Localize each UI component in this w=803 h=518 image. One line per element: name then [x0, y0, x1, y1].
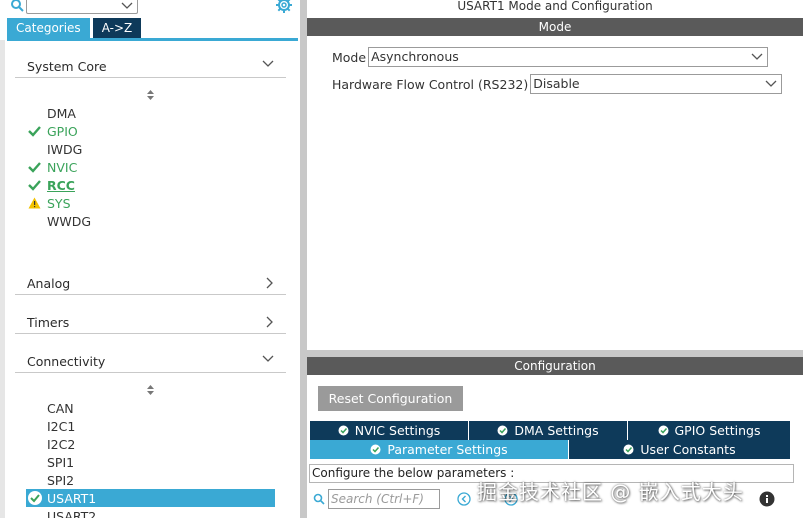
item-label: USART1 — [47, 491, 97, 506]
check-icon — [28, 162, 41, 173]
list-item-nvic[interactable]: NVIC — [26, 158, 275, 176]
check-circle-icon — [28, 491, 42, 505]
item-label: SPI2 — [47, 473, 75, 488]
tab-categories[interactable]: Categories — [7, 18, 90, 38]
tab-label: User Constants — [640, 442, 736, 457]
check-circle-icon — [623, 444, 634, 455]
category-label: Timers — [27, 315, 70, 330]
check-circle-icon — [370, 444, 381, 455]
mode-value: Asynchronous — [371, 49, 459, 64]
flow-control-select[interactable]: Disable — [530, 74, 783, 94]
mode-label: Mode — [332, 49, 367, 65]
info-icon[interactable] — [759, 491, 775, 507]
list-item-can[interactable]: CAN — [26, 399, 275, 417]
parameter-search: Search (Ctrl+F) — [313, 489, 440, 509]
sort-icon[interactable] — [146, 89, 155, 101]
top-search[interactable] — [10, 0, 150, 14]
splitter[interactable] — [307, 350, 803, 357]
item-label: GPIO — [47, 124, 78, 139]
gear-icon[interactable] — [275, 0, 293, 14]
parameter-search-input[interactable]: Search (Ctrl+F) — [328, 489, 440, 509]
left-panel: Categories A->Z System Core DMA GPIO IWD… — [0, 0, 300, 518]
chevron-down-icon — [121, 2, 133, 9]
warning-icon — [28, 197, 41, 209]
list-item-sys[interactable]: SYS — [26, 194, 275, 212]
tab-label: NVIC Settings — [354, 423, 441, 438]
tab-label: GPIO Settings — [674, 423, 761, 438]
chevron-down-icon — [262, 355, 274, 362]
scroll-rail[interactable] — [0, 40, 5, 518]
check-icon — [28, 126, 41, 137]
list-item-rcc[interactable]: RCC — [26, 176, 275, 194]
tabs-underline — [7, 38, 298, 41]
check-icon — [28, 180, 41, 191]
splitter[interactable] — [300, 0, 307, 518]
item-label: CAN — [47, 401, 74, 416]
category-analog[interactable]: Analog — [15, 269, 286, 295]
tab-a-to-z[interactable]: A->Z — [92, 18, 142, 38]
list-item-spi1[interactable]: SPI1 — [26, 453, 275, 471]
tab-nvic-settings[interactable]: NVIC Settings — [310, 421, 469, 440]
list-item-spi2[interactable]: SPI2 — [26, 471, 275, 489]
chevron-down-icon — [751, 53, 763, 60]
chevron-down-icon — [765, 80, 777, 87]
list-item-usart2[interactable]: USART2 — [26, 507, 275, 518]
tab-dma-settings[interactable]: DMA Settings — [469, 421, 628, 440]
reset-configuration-button[interactable]: Reset Configuration — [318, 386, 463, 411]
category-system-core[interactable]: System Core — [15, 52, 286, 78]
configuration-header: Configuration — [307, 357, 803, 375]
search-icon — [313, 493, 325, 505]
tab-label: DMA Settings — [514, 423, 599, 438]
mode-select[interactable]: Asynchronous — [368, 47, 769, 67]
list-item-usart1[interactable]: USART1 — [26, 489, 275, 507]
list-item-i2c2[interactable]: I2C2 — [26, 435, 275, 453]
list-item-iwdg[interactable]: IWDG — [26, 140, 275, 158]
item-label: SPI1 — [47, 455, 75, 470]
list-item-i2c1[interactable]: I2C1 — [26, 417, 275, 435]
item-label: IWDG — [47, 142, 83, 157]
tab-user-constants[interactable]: User Constants — [569, 440, 791, 459]
previous-icon[interactable] — [457, 492, 471, 506]
category-label: Connectivity — [27, 354, 106, 369]
chevron-right-icon — [266, 277, 273, 289]
chevron-down-icon — [262, 60, 274, 67]
check-circle-icon — [338, 425, 349, 436]
category-label: System Core — [27, 59, 107, 74]
mode-header: Mode — [307, 18, 803, 36]
mode-panel: Mode Asynchronous Hardware Flow Control … — [307, 36, 803, 350]
category-timers[interactable]: Timers — [15, 308, 286, 334]
flow-control-value: Disable — [533, 76, 580, 91]
tab-label: Parameter Settings — [387, 442, 508, 457]
mode-row: Mode Asynchronous — [332, 47, 769, 67]
item-label: DMA — [47, 106, 76, 121]
search-dropdown[interactable] — [26, 0, 138, 14]
item-label: USART2 — [47, 509, 97, 518]
tab-parameter-settings[interactable]: Parameter Settings — [310, 440, 569, 459]
item-label: RCC — [47, 178, 75, 193]
page-title: USART1 Mode and Configuration — [307, 0, 803, 18]
search-icon — [11, 0, 24, 12]
category-connectivity[interactable]: Connectivity — [15, 347, 286, 373]
check-circle-icon — [658, 425, 668, 436]
view-tabs: Categories A->Z — [7, 18, 142, 38]
category-label: Analog — [27, 276, 71, 291]
item-label: I2C2 — [47, 437, 76, 452]
flow-control-label: Hardware Flow Control (RS232) — [332, 76, 529, 92]
tab-gpio-settings[interactable]: GPIO Settings — [628, 421, 791, 440]
sort-icon[interactable] — [146, 384, 155, 396]
item-label: SYS — [47, 196, 71, 211]
chevron-right-icon — [266, 316, 273, 328]
item-label: NVIC — [47, 160, 78, 175]
check-circle-icon — [497, 425, 508, 436]
item-label: WWDG — [47, 214, 92, 229]
list-item-wwdg[interactable]: WWDG — [26, 212, 275, 230]
list-item-gpio[interactable]: GPIO — [26, 122, 275, 140]
flow-control-row: Hardware Flow Control (RS232) Disable — [332, 74, 783, 94]
watermark: 掘金技术社区 @ 嵌入式大头 — [477, 480, 744, 504]
item-label: I2C1 — [47, 419, 76, 434]
list-item-dma[interactable]: DMA — [26, 104, 275, 122]
